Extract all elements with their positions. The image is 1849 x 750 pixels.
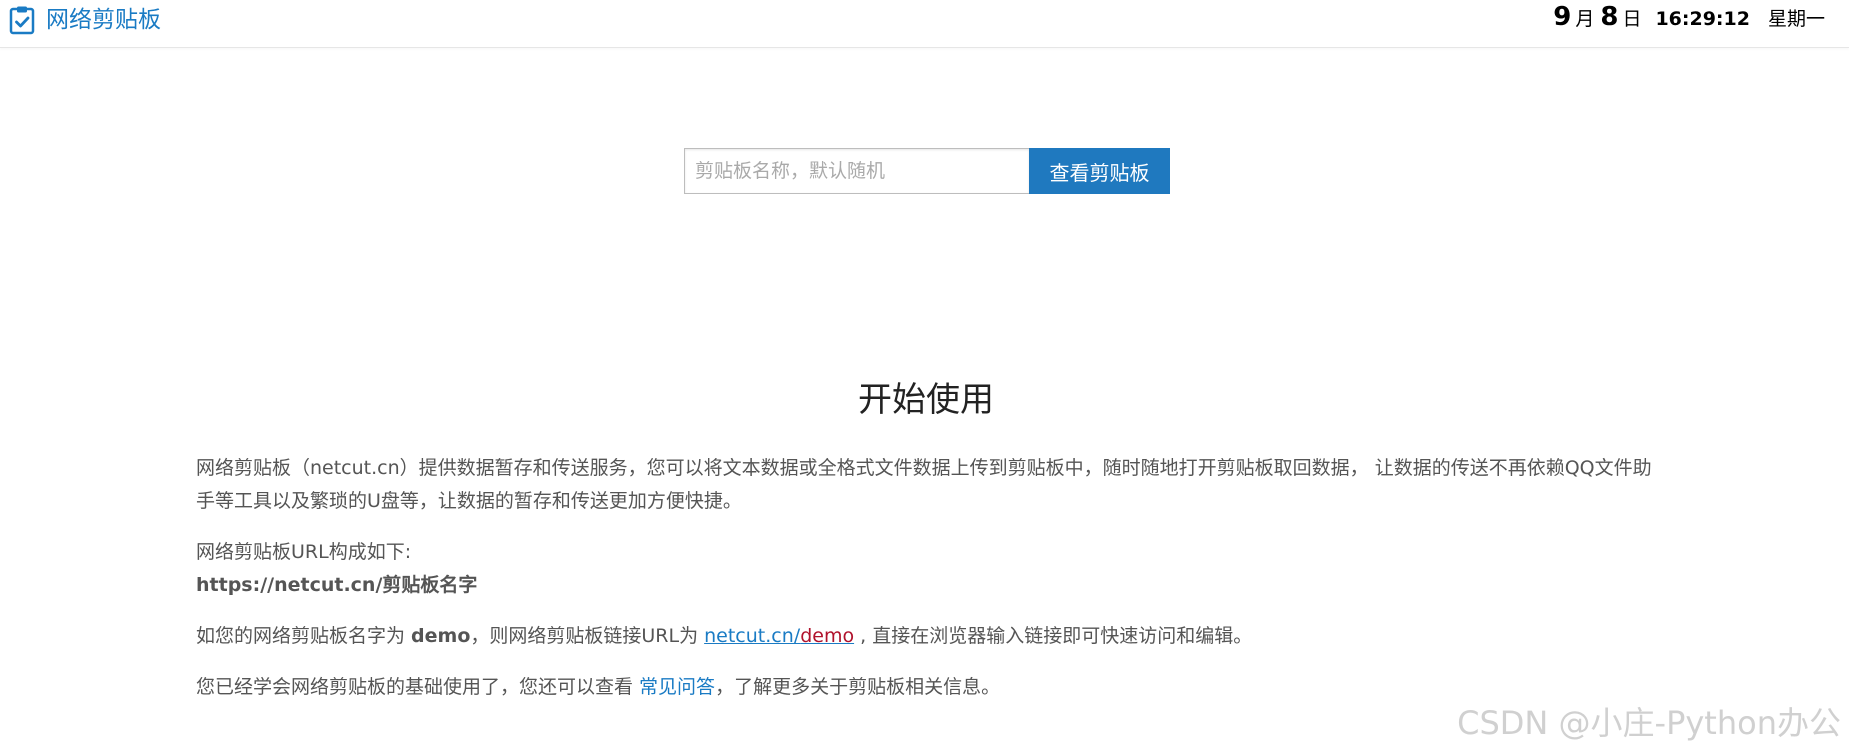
clipboard-check-icon (9, 6, 35, 35)
faq-suffix: ，了解更多关于剪贴板相关信息。 (715, 676, 1001, 698)
view-clipboard-button[interactable]: 查看剪贴板 (1029, 148, 1170, 194)
faq-link[interactable]: 常见问答 (639, 676, 715, 698)
clock-month: 9 (1553, 2, 1572, 32)
date-time-clock: 9 月 8 日 16:29:12 星期一 (1553, 2, 1825, 32)
csdn-watermark: CSDN @小庄-Python办公 (1457, 704, 1841, 742)
top-navbar: 网络剪贴板 9 月 8 日 16:29:12 星期一 (0, 0, 1849, 48)
clock-month-unit: 月 (1575, 8, 1595, 30)
demo-mid: ，则网络剪贴板链接URL为 (470, 625, 705, 647)
brand-name: 网络剪贴板 (46, 7, 161, 33)
demo-url-name: demo (800, 625, 855, 647)
clock-day: 8 (1600, 2, 1619, 32)
url-format-label: 网络剪贴板URL构成如下: (196, 541, 412, 563)
demo-url-base: netcut.cn/ (704, 625, 801, 647)
clipboard-search: 查看剪贴板 (684, 148, 1170, 194)
section-title: 开始使用 (858, 380, 994, 420)
url-format-paragraph: 网络剪贴板URL构成如下: https://netcut.cn/剪贴板名字 (196, 536, 1656, 602)
getting-started-section: 开始使用 网络剪贴板（netcut.cn）提供数据暂存和传送服务，您可以将文本数… (196, 372, 1656, 722)
intro-paragraph: 网络剪贴板（netcut.cn）提供数据暂存和传送服务，您可以将文本数据或全格式… (196, 457, 1652, 512)
clock-weekday: 星期一 (1767, 8, 1825, 30)
demo-prefix: 如您的网络剪贴板名字为 (196, 625, 412, 647)
clipboard-name-input[interactable] (684, 148, 1029, 194)
faq-prefix: 您已经学会网络剪贴板的基础使用了，您还可以查看 (196, 676, 640, 698)
demo-paragraph: 如您的网络剪贴板名字为 demo，则网络剪贴板链接URL为 netcut.cn/… (196, 620, 1656, 653)
clock-time: 16:29:12 (1655, 8, 1750, 30)
demo-url-link[interactable]: netcut.cn/demo (704, 625, 854, 647)
url-format-example: https://netcut.cn/剪贴板名字 (196, 574, 478, 596)
demo-name: demo (411, 625, 471, 647)
clock-day-unit: 日 (1622, 8, 1642, 30)
faq-paragraph: 您已经学会网络剪贴板的基础使用了，您还可以查看 常见问答，了解更多关于剪贴板相关… (196, 671, 1656, 704)
brand-link[interactable]: 网络剪贴板 (8, 5, 161, 35)
demo-suffix: , 直接在浏览器输入链接即可快速访问和编辑。 (854, 625, 1253, 647)
